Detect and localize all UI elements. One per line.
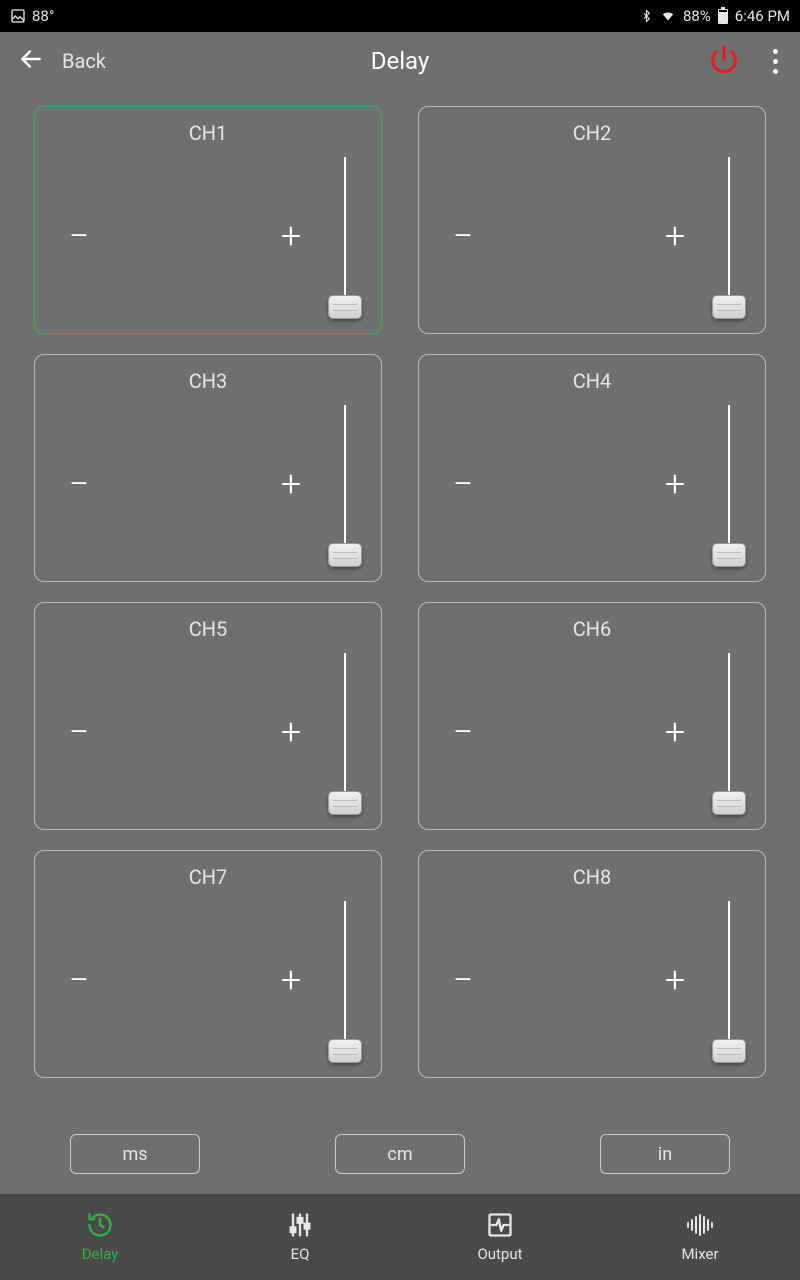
nav-delay[interactable]: Delay bbox=[0, 1194, 200, 1280]
decrement-button[interactable]: − bbox=[435, 952, 491, 1008]
slider-thumb-icon[interactable] bbox=[712, 1039, 746, 1063]
increment-button[interactable]: + bbox=[263, 704, 319, 760]
unit-cm-button[interactable]: cm bbox=[335, 1134, 465, 1174]
output-pulse-icon bbox=[486, 1211, 514, 1239]
unit-selector-row: ms cm in bbox=[0, 1086, 800, 1194]
temperature-badge: 88° bbox=[32, 7, 54, 25]
wifi-icon bbox=[659, 9, 677, 23]
slider-thumb-icon[interactable] bbox=[328, 791, 362, 815]
delay-slider[interactable] bbox=[325, 399, 365, 569]
decrement-button[interactable]: − bbox=[51, 208, 107, 264]
increment-button[interactable]: + bbox=[263, 456, 319, 512]
back-label: Back bbox=[62, 49, 106, 73]
battery-percent-text: 88% bbox=[683, 7, 711, 25]
arrow-left-icon bbox=[18, 46, 44, 76]
channel-card-ch7[interactable]: CH7 − + bbox=[34, 850, 382, 1078]
channel-card-ch4[interactable]: CH4 − + bbox=[418, 354, 766, 582]
delay-icon bbox=[86, 1211, 114, 1239]
slider-thumb-icon[interactable] bbox=[328, 1039, 362, 1063]
decrement-button[interactable]: − bbox=[435, 456, 491, 512]
app-header: Back Delay bbox=[0, 32, 800, 90]
delay-slider[interactable] bbox=[709, 647, 749, 817]
nav-mixer[interactable]: Mixer bbox=[600, 1194, 800, 1280]
nav-output[interactable]: Output bbox=[400, 1194, 600, 1280]
slider-thumb-icon[interactable] bbox=[712, 295, 746, 319]
increment-button[interactable]: + bbox=[263, 208, 319, 264]
decrement-button[interactable]: − bbox=[51, 952, 107, 1008]
nav-label: Delay bbox=[82, 1245, 119, 1263]
slider-thumb-icon[interactable] bbox=[328, 295, 362, 319]
slider-thumb-icon[interactable] bbox=[712, 791, 746, 815]
delay-slider[interactable] bbox=[709, 151, 749, 321]
channel-label: CH3 bbox=[51, 369, 365, 399]
channel-label: CH7 bbox=[51, 865, 365, 895]
channel-label: CH1 bbox=[51, 121, 365, 151]
channel-card-ch5[interactable]: CH5 − + bbox=[34, 602, 382, 830]
increment-button[interactable]: + bbox=[647, 208, 703, 264]
nav-eq[interactable]: EQ bbox=[200, 1194, 400, 1280]
bluetooth-icon bbox=[640, 8, 653, 24]
nav-label: Mixer bbox=[681, 1245, 718, 1263]
nav-label: Output bbox=[477, 1245, 522, 1263]
power-button[interactable] bbox=[709, 44, 739, 78]
channel-card-ch1[interactable]: CH1 − + bbox=[34, 106, 382, 334]
channel-card-ch2[interactable]: CH2 − + bbox=[418, 106, 766, 334]
channel-label: CH8 bbox=[435, 865, 749, 895]
channel-label: CH6 bbox=[435, 617, 749, 647]
channel-card-ch3[interactable]: CH3 − + bbox=[34, 354, 382, 582]
channel-label: CH4 bbox=[435, 369, 749, 399]
overflow-menu-button[interactable] bbox=[769, 45, 782, 78]
channel-card-ch6[interactable]: CH6 − + bbox=[418, 602, 766, 830]
mixer-waveform-icon bbox=[685, 1211, 715, 1239]
channel-label: CH2 bbox=[435, 121, 749, 151]
bottom-nav: Delay EQ Output Mixer bbox=[0, 1194, 800, 1280]
decrement-button[interactable]: − bbox=[435, 208, 491, 264]
slider-thumb-icon[interactable] bbox=[712, 543, 746, 567]
battery-icon bbox=[717, 7, 729, 25]
back-button[interactable]: Back bbox=[18, 46, 106, 76]
increment-button[interactable]: + bbox=[647, 704, 703, 760]
delay-slider[interactable] bbox=[709, 895, 749, 1065]
picture-icon bbox=[10, 8, 26, 24]
status-right: 88% 6:46 PM bbox=[640, 7, 790, 25]
status-left: 88° bbox=[10, 7, 54, 25]
delay-slider[interactable] bbox=[325, 647, 365, 817]
slider-thumb-icon[interactable] bbox=[328, 543, 362, 567]
increment-button[interactable]: + bbox=[647, 952, 703, 1008]
clock-text: 6:46 PM bbox=[735, 7, 790, 25]
decrement-button[interactable]: − bbox=[435, 704, 491, 760]
delay-slider[interactable] bbox=[709, 399, 749, 569]
channel-label: CH5 bbox=[51, 617, 365, 647]
android-status-bar: 88° 88% 6:46 PM bbox=[0, 0, 800, 32]
unit-in-button[interactable]: in bbox=[600, 1134, 730, 1174]
increment-button[interactable]: + bbox=[647, 456, 703, 512]
nav-label: EQ bbox=[291, 1245, 310, 1263]
eq-sliders-icon bbox=[286, 1211, 314, 1239]
delay-slider[interactable] bbox=[325, 151, 365, 321]
channel-grid: CH1 − + CH2 − + CH3 − + bbox=[0, 90, 800, 1086]
delay-slider[interactable] bbox=[325, 895, 365, 1065]
decrement-button[interactable]: − bbox=[51, 456, 107, 512]
increment-button[interactable]: + bbox=[263, 952, 319, 1008]
channel-card-ch8[interactable]: CH8 − + bbox=[418, 850, 766, 1078]
decrement-button[interactable]: − bbox=[51, 704, 107, 760]
page-title: Delay bbox=[371, 47, 430, 75]
unit-ms-button[interactable]: ms bbox=[70, 1134, 200, 1174]
